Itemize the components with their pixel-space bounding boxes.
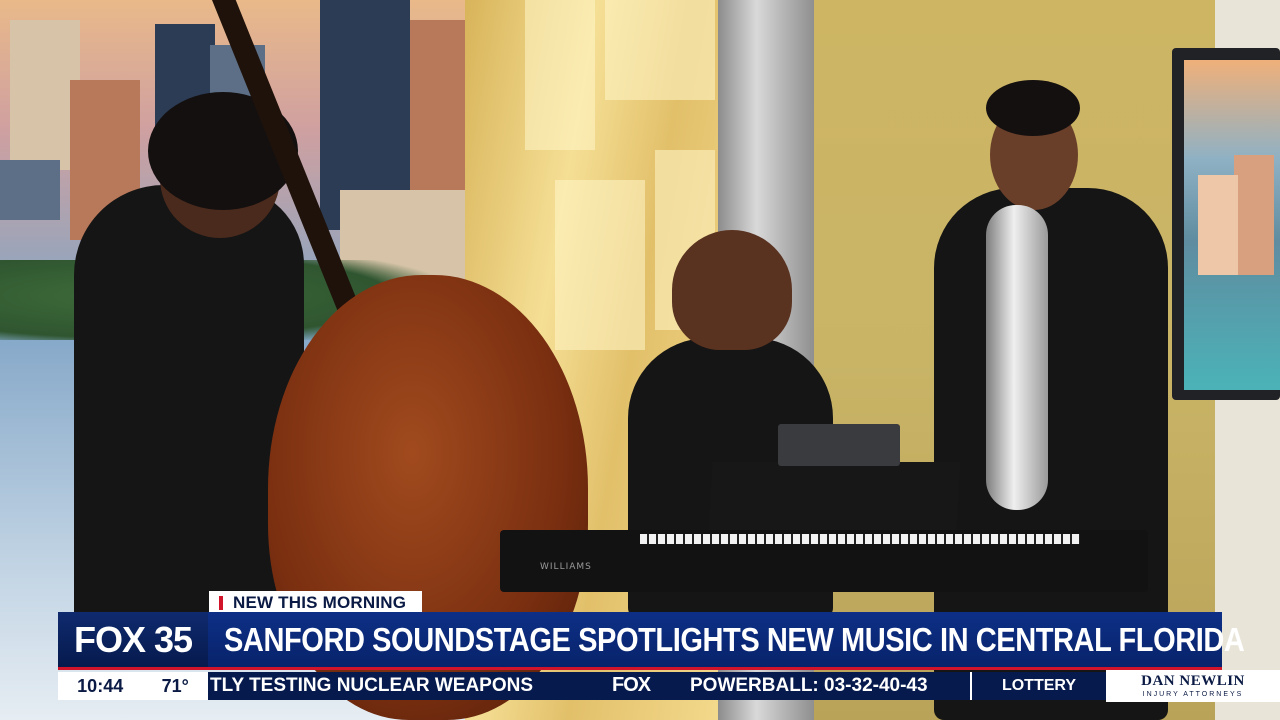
tag-accent <box>219 596 223 610</box>
keyboard-brand: WILLIAMS <box>540 562 592 572</box>
headline-text: SANFORD SOUNDSTAGE SPOTLIGHTS NEW MUSIC … <box>224 620 1245 658</box>
temperature: 71° <box>161 675 189 696</box>
station-logo: FOX 35 <box>73 618 193 660</box>
news-ticker: TLY TESTING NUCLEAR WEAPONS FOX POWERBAL… <box>208 672 970 700</box>
sponsor-logo: DAN NEWLIN INJURY ATTORNEYS <box>1106 670 1280 702</box>
keyboard-keys <box>640 534 1080 544</box>
headline-bar: SANFORD SOUNDSTAGE SPOTLIGHTS NEW MUSIC … <box>208 612 1245 670</box>
sponsor-subtitle: INJURY ATTORNEYS <box>1142 691 1244 698</box>
tag-label: NEW THIS MORNING <box>233 593 407 612</box>
clock-time: 10:44 <box>77 675 124 696</box>
time-temperature-block: 10:44 71° <box>58 672 208 700</box>
ticker-story: TLY TESTING NUCLEAR WEAPONS <box>210 675 534 696</box>
tablet <box>778 424 900 466</box>
fox35-logo: FOX 35 <box>58 612 208 670</box>
ticker-story: POWERBALL: 03-32-40-43 <box>690 675 928 696</box>
ticker-category: LOTTERY <box>970 672 1106 700</box>
sponsor-name: DAN NEWLIN <box>1141 673 1245 689</box>
saxophone <box>986 205 1048 510</box>
fox-ticker-logo: FOX <box>612 674 651 696</box>
studio-monitor <box>1172 48 1280 400</box>
